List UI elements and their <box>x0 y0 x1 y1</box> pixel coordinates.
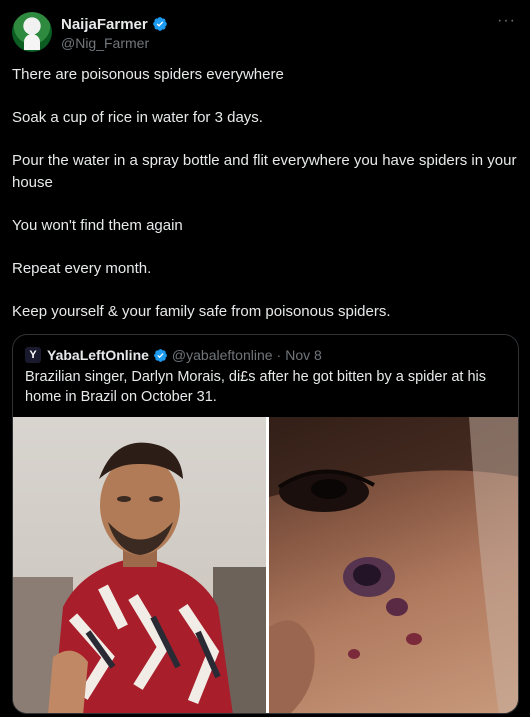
quoted-author-avatar[interactable]: Y <box>25 347 41 363</box>
portrait-illustration <box>13 442 266 713</box>
tweet-paragraph: Soak a cup of rice in water for 3 days. <box>12 109 263 126</box>
quoted-author-display-name[interactable]: YabaLeftOnline <box>47 347 149 363</box>
quoted-tweet-text: Brazilian singer, Darlyn Morais, di£s af… <box>25 369 487 405</box>
bite-closeup-illustration <box>269 417 518 713</box>
author-name-row: NaijaFarmer <box>61 14 168 34</box>
quoted-tweet-date[interactable]: Nov 8 <box>285 347 322 363</box>
photo-spider-bite-closeup[interactable] <box>269 417 518 713</box>
tweet-paragraph: You won't find them again <box>12 216 183 234</box>
tweet-paragraph: Keep yourself & your family safe from po… <box>12 302 391 320</box>
quoted-tweet-header: Y YabaLeftOnline @yabaleftonline · Nov 8 <box>25 345 322 365</box>
quoted-tweet-card[interactable]: Y YabaLeftOnline @yabaleftonline · Nov 8… <box>12 334 519 714</box>
verified-badge-icon <box>154 348 167 362</box>
photo-man-portrait[interactable] <box>13 417 266 713</box>
tweet-paragraph: Repeat every month. <box>12 259 152 277</box>
author-avatar[interactable] <box>12 12 52 52</box>
more-horizontal-icon[interactable]: ··· <box>497 12 516 30</box>
tweet-header: NaijaFarmer @Nig_Farmer ··· <box>12 10 518 56</box>
tweet-text: There are poisonous spiders everywhere S… <box>12 64 518 344</box>
author-display-name[interactable]: NaijaFarmer <box>61 16 148 33</box>
quoted-author-handle[interactable]: @yabaleftonline <box>172 347 273 363</box>
tweet-paragraph: Pour the water in a spray bottle and fli… <box>12 152 517 191</box>
tweet-paragraph: There are poisonous spiders everywhere <box>12 66 284 83</box>
author-handle[interactable]: @Nig_Farmer <box>61 35 149 51</box>
quoted-tweet-media[interactable] <box>13 417 518 713</box>
verified-badge-icon <box>152 17 167 31</box>
separator-dot: · <box>276 347 282 363</box>
